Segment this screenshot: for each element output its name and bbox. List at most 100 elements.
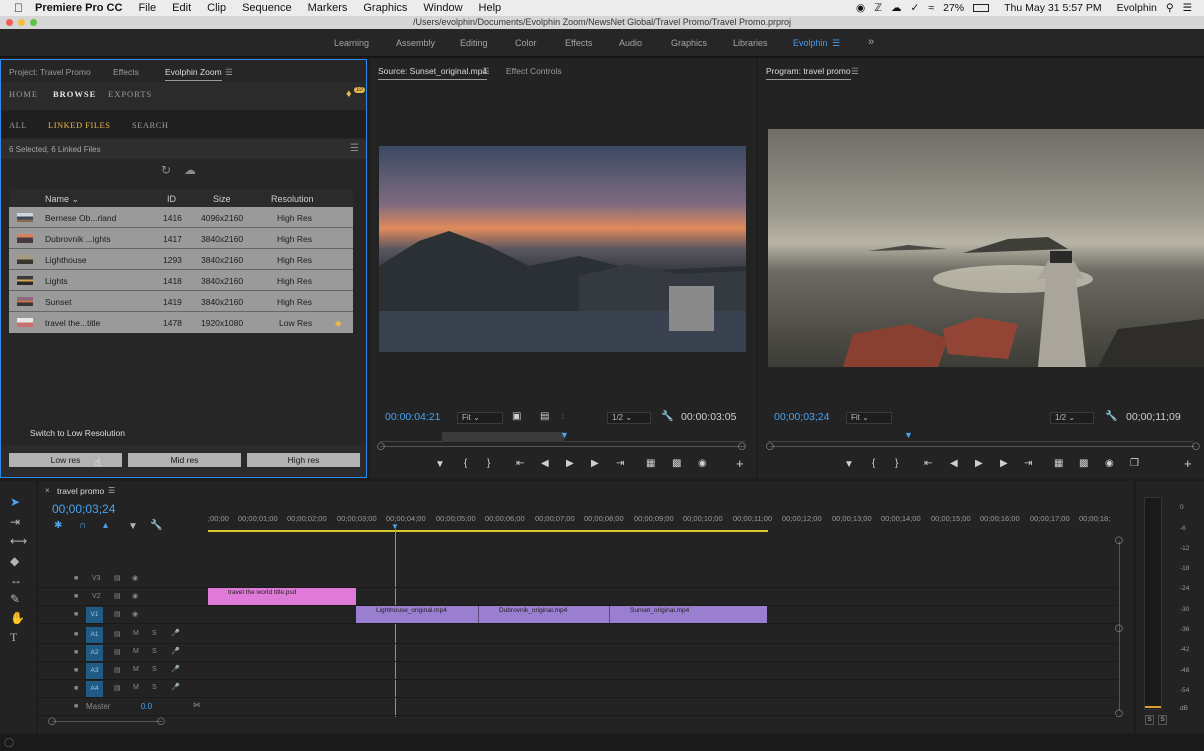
horizontal-zoom-scrollbar[interactable] [52,721,162,722]
sync-lock-icon[interactable]: ▤ [114,574,121,582]
track-select-tool-icon[interactable]: ⇥ [10,515,20,529]
program-timecode[interactable]: 00;00;03;24 [774,411,829,423]
workspace-audio[interactable]: Audio [619,38,642,48]
workspace-menu-icon[interactable]: ☰ [832,38,840,49]
selection-tool-icon[interactable]: ➤ [10,495,20,509]
track-label[interactable]: A4 [86,681,103,697]
nav-exports[interactable]: EXPORTS [108,89,152,99]
source-quality-dropdown[interactable]: 1/2 ⌄ [607,412,651,424]
snap-icon[interactable]: ∩ [79,520,86,531]
lock-icon[interactable]: ■ [74,703,78,710]
microphone-icon[interactable]: 🎤 [171,647,180,655]
track-v3[interactable]: ■ V3 ▤ ◉ [38,570,1118,588]
go-to-in-icon[interactable]: ⇤ [516,458,524,469]
column-resolution[interactable]: Resolution [271,194,314,204]
eye-icon[interactable]: ◉ [132,610,138,618]
vscroll-top-handle[interactable]: ◯ [1115,536,1123,544]
insert-icon[interactable]: ▦ [646,458,655,469]
source-fit-dropdown[interactable]: Fit ⌄ [457,412,503,424]
work-area-bar[interactable] [208,530,768,532]
panel-menu-icon[interactable]: ☰ [108,486,115,495]
overwrite-icon[interactable]: ▩ [672,458,681,469]
mute-button[interactable]: M [133,666,139,673]
solo-button[interactable]: S [152,630,157,637]
program-time-ruler[interactable] [768,430,1193,442]
ripple-edit-tool-icon[interactable]: ⟷ [10,534,27,548]
workspace-editing[interactable]: Editing [460,38,488,48]
apple-icon[interactable]:  [14,1,23,15]
play-icon[interactable]: ▶ [566,458,574,469]
eye-icon[interactable]: ◉ [132,574,138,582]
lock-icon[interactable]: ■ [74,631,78,638]
wifi-icon[interactable]: ≈ [928,2,934,14]
table-row[interactable]: Dubrovnik ...ights 1417 3840x2160 High R… [9,228,353,249]
table-row[interactable]: Bernese Ob...rland 1416 4096x2160 High R… [9,207,353,228]
go-to-bounds-icon[interactable]: ⋈ [193,701,200,709]
add-marker-icon[interactable]: ▼ [435,459,445,470]
microphone-icon[interactable]: 🎤 [171,665,180,673]
menu-edit[interactable]: Edit [172,2,191,14]
tab-sequence[interactable]: travel promo [57,486,104,496]
clock[interactable]: Thu May 31 5:57 PM [1004,2,1101,14]
lock-icon[interactable]: ■ [74,685,78,692]
step-forward-icon[interactable]: ▶ [591,458,599,469]
close-window-icon[interactable] [6,19,13,26]
creative-cloud-icon[interactable]: ☁ [891,2,902,14]
solo-button[interactable]: S [152,684,157,691]
track-label[interactable]: A3 [86,663,103,679]
minimize-window-icon[interactable] [18,19,25,26]
menu-clip[interactable]: Clip [207,2,226,14]
app-menu[interactable]: Premiere Pro CC [35,2,122,14]
sync-lock-icon[interactable]: ▤ [114,610,121,618]
playhead-handle[interactable]: ▼ [391,522,399,531]
spotlight-search-icon[interactable]: ⚲ [1166,2,1174,14]
workspace-libraries[interactable]: Libraries [733,38,768,48]
mark-out-icon[interactable]: } [487,458,490,469]
add-marker-icon[interactable]: ▼ [128,521,138,532]
drag-video-icon[interactable]: ↕ [560,411,565,422]
button-editor-icon[interactable]: + [736,456,744,471]
battery-percent[interactable]: 27% [943,2,964,14]
sync-lock-icon[interactable]: ▤ [114,630,121,638]
low-res-button[interactable]: Low res [9,453,122,467]
column-id[interactable]: ID [167,194,176,204]
close-tab-icon[interactable]: × [45,486,50,495]
menu-list-icon[interactable]: ☰ [1183,2,1192,14]
track-a4[interactable]: ■ A4 ▤ M S 🎤 [38,680,1118,698]
track-v1[interactable]: ■ V1 ▤ ◉ Lighthouse_original.mp4 Dubrovn… [38,606,1118,624]
sequence-timecode[interactable]: 00;00;03;24 [52,502,115,516]
status-menu-icon[interactable]: ☰ [350,143,359,154]
track-v2[interactable]: ■ V2 ▤ ◉ travel the world title.psd [38,588,1118,606]
compare-view-icon[interactable]: ❐ [1130,458,1139,469]
tab-program[interactable]: Program: travel promo [766,66,851,80]
mute-button[interactable]: M [133,684,139,691]
lock-icon[interactable]: ■ [74,649,78,656]
table-row[interactable]: Lights 1418 3840x2160 High Res [9,270,353,291]
scroll-end-handle[interactable]: ◯ [1192,442,1200,450]
cloud-upload-icon[interactable]: ☁ [184,163,196,177]
track-a2[interactable]: ■ A2 ▤ M S 🎤 [38,644,1118,662]
export-frame-icon[interactable]: ◉ [1105,458,1114,469]
tab-evolphin-zoom[interactable]: Evolphin Zoom [165,67,222,81]
track-a3[interactable]: ■ A3 ▤ M S 🎤 [38,662,1118,680]
insert-marker-icon[interactable]: ▤ [540,411,549,422]
table-row[interactable]: Lighthouse 1293 3840x2160 High Res [9,249,353,270]
step-back-icon[interactable]: ◀ [950,458,958,469]
source-playhead[interactable]: ▼ [560,430,569,440]
tab-effects[interactable]: Effects [113,67,139,77]
type-tool-icon[interactable]: T [10,630,17,645]
source-video-frame[interactable] [379,146,746,352]
workspace-color[interactable]: Color [515,38,537,48]
source-scrollbar[interactable] [380,446,745,447]
microphone-icon[interactable]: 🎤 [171,683,180,691]
video-clip[interactable]: Dubrovnik_original.mp4 [478,606,609,623]
refresh-icon[interactable]: ↻ [161,163,171,177]
render-status-icon[interactable]: ◯ [4,737,14,748]
menu-markers[interactable]: Markers [308,2,348,14]
nav-home[interactable]: HOME [9,89,38,99]
track-label[interactable]: A1 [86,627,103,643]
solo-button[interactable]: S [152,648,157,655]
record-icon[interactable]: ◉ [856,2,865,14]
sync-lock-icon[interactable]: ▤ [114,648,121,656]
lift-icon[interactable]: ▦ [1054,458,1063,469]
